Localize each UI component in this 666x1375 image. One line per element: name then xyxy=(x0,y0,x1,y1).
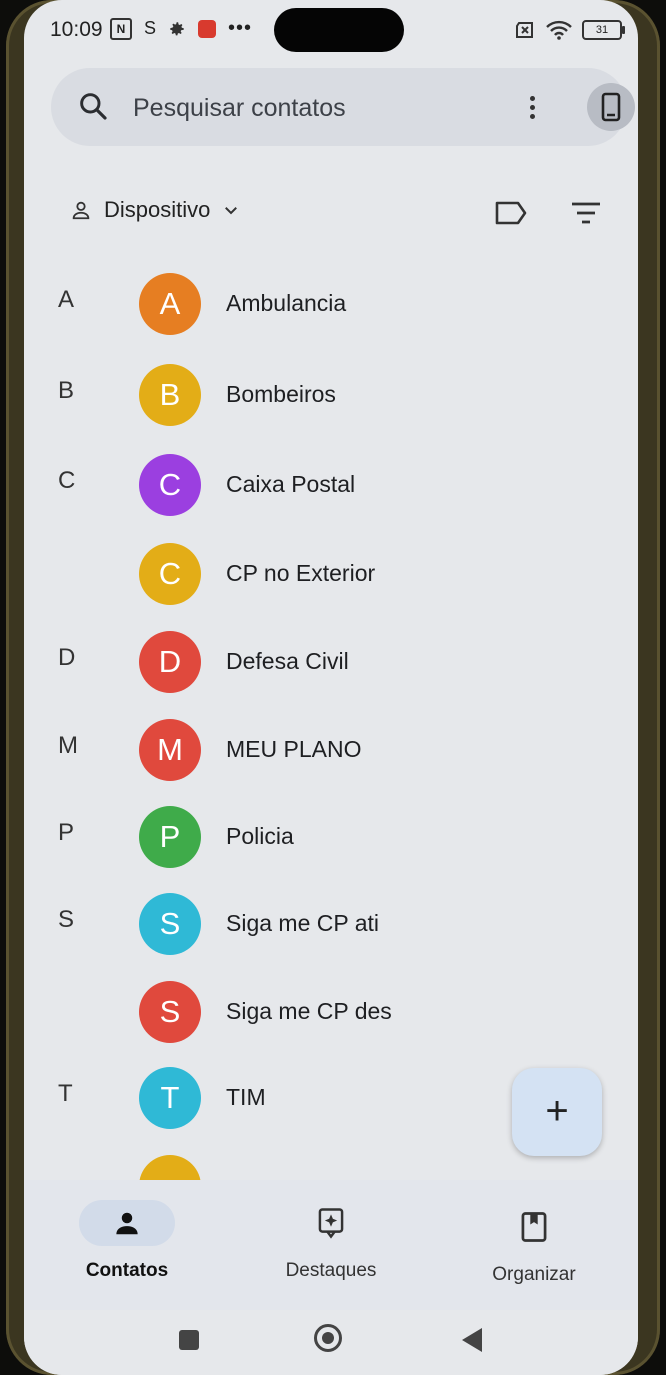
no-sim-icon xyxy=(516,22,533,38)
contact-row[interactable]: S Siga me CP des xyxy=(24,968,638,1048)
partial-avatar xyxy=(139,1155,201,1181)
contact-name: Defesa Civil xyxy=(226,648,349,674)
contact-name: Caixa Postal xyxy=(226,471,356,497)
status-icons-left: N S ••• xyxy=(110,17,252,40)
recents-icon[interactable] xyxy=(179,1330,199,1350)
contact-row[interactable]: D D Defesa Civil xyxy=(24,618,638,698)
contact-name: Siga me CP des xyxy=(226,998,392,1024)
nav-organize[interactable]: Organizar xyxy=(444,1204,624,1286)
contact-row[interactable]: C C Caixa Postal xyxy=(24,441,638,521)
contact-avatar: P xyxy=(139,806,201,868)
contact-row[interactable]: M M MEU PLANO xyxy=(24,706,638,786)
settings-gear-icon xyxy=(170,21,184,35)
section-letter: B xyxy=(58,377,75,404)
nav-organize-pill xyxy=(486,1204,582,1250)
contact-avatar: D xyxy=(139,631,201,693)
contact-row[interactable]: S S Siga me CP ati xyxy=(24,880,638,960)
section-letter: T xyxy=(58,1080,73,1107)
s-app-icon: S xyxy=(144,18,157,38)
add-contact-button[interactable]: + xyxy=(512,1068,602,1156)
nav-contacts[interactable]: Contatos xyxy=(37,1200,217,1282)
more-options-icon[interactable] xyxy=(527,93,537,123)
nav-highlights-label: Destaques xyxy=(285,1260,377,1281)
search-input[interactable] xyxy=(131,68,475,148)
contact-avatar: T xyxy=(139,1067,201,1129)
back-icon[interactable] xyxy=(462,1328,482,1352)
highlights-sparkle-icon xyxy=(318,1208,344,1239)
nav-contacts-label: Contatos xyxy=(85,1260,169,1281)
person-icon xyxy=(116,1212,138,1235)
label-icon[interactable] xyxy=(494,199,528,227)
mail-notification-icon xyxy=(198,19,217,38)
contact-avatar: M xyxy=(139,719,201,781)
contact-row[interactable]: C CP no Exterior xyxy=(24,530,638,610)
system-navigation xyxy=(24,1310,638,1375)
section-letter: C xyxy=(58,467,76,494)
nav-organize-label: Organizar xyxy=(492,1264,576,1285)
bookmark-book-icon xyxy=(521,1212,547,1242)
wifi-icon xyxy=(546,20,572,40)
device-account-button[interactable] xyxy=(587,83,635,131)
contact-avatar: S xyxy=(139,893,201,955)
phone-device-icon xyxy=(601,92,621,122)
status-time: 10:09 xyxy=(50,18,103,41)
search-bar[interactable] xyxy=(51,68,635,148)
contact-row[interactable]: P P Policia xyxy=(24,793,638,873)
section-letter: D xyxy=(58,644,76,671)
battery-icon: 31 xyxy=(582,20,625,40)
contact-name: CP no Exterior xyxy=(226,560,376,586)
status-bar: 10:09 N S ••• 31 xyxy=(24,0,638,60)
chevron-down-icon xyxy=(225,207,238,215)
home-icon[interactable] xyxy=(314,1324,342,1352)
section-letter: M xyxy=(58,732,78,759)
contact-avatar: A xyxy=(139,273,201,335)
contact-avatar: C xyxy=(139,454,201,516)
contact-avatar: S xyxy=(139,981,201,1043)
person-outline-icon xyxy=(72,201,90,220)
nav-contacts-pill xyxy=(79,1200,175,1246)
account-label: Dispositivo xyxy=(104,197,211,222)
nav-highlights[interactable]: Destaques xyxy=(241,1200,421,1282)
nav-highlights-pill xyxy=(283,1200,379,1246)
screen: 10:09 N S ••• 31 Pesquisar contatos Disp… xyxy=(24,0,638,1375)
contact-avatar: B xyxy=(139,364,201,426)
contact-name: Ambulancia xyxy=(226,290,347,316)
section-letter: S xyxy=(58,906,75,933)
section-letter: A xyxy=(58,286,75,313)
filter-row: Dispositivo xyxy=(24,185,638,241)
contact-name: TIM xyxy=(226,1084,266,1110)
contact-row[interactable]: B B Bombeiros xyxy=(24,351,638,431)
search-icon xyxy=(80,93,107,120)
contact-name: Policia xyxy=(226,823,294,849)
contact-name: Bombeiros xyxy=(226,381,336,407)
account-selector[interactable]: Dispositivo xyxy=(70,197,240,223)
status-icons-right: 31 xyxy=(514,20,625,40)
phone-frame: 10:09 N S ••• 31 Pesquisar contatos Disp… xyxy=(6,0,660,1375)
nfc-icon: N xyxy=(110,17,132,40)
more-notifications-icon: ••• xyxy=(228,17,253,39)
contact-name: MEU PLANO xyxy=(226,736,362,762)
filter-list-icon[interactable] xyxy=(570,201,602,225)
camera-notch xyxy=(274,8,404,52)
contact-row[interactable]: A A Ambulancia xyxy=(24,260,638,340)
contact-avatar: C xyxy=(139,543,201,605)
section-letter: P xyxy=(58,819,75,846)
bottom-navigation: Contatos Destaques Organizar xyxy=(24,1180,638,1310)
contact-name: Siga me CP ati xyxy=(226,910,379,936)
